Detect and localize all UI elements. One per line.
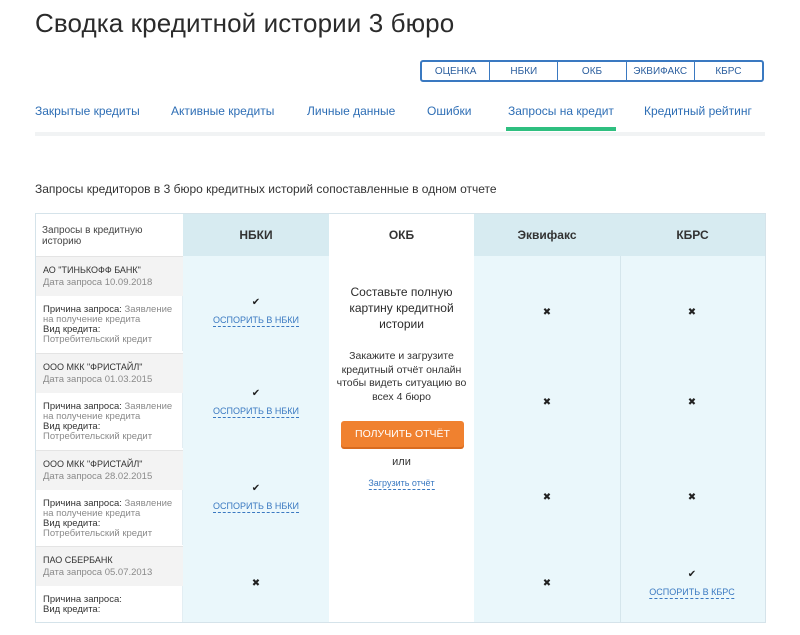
creditor-name: АО "ТИНЬКОФФ БАНК" bbox=[43, 265, 141, 275]
cross-icon: ✖ bbox=[687, 397, 697, 408]
nbki-column bbox=[183, 256, 329, 622]
cross-icon: ✖ bbox=[542, 397, 552, 408]
section-caption: Запросы кредиторов в 3 бюро кредитных ис… bbox=[35, 182, 497, 196]
dispute-kbrs-link[interactable]: ОСПОРИТЬ В КБРС bbox=[649, 587, 735, 599]
cross-icon: ✖ bbox=[251, 578, 261, 589]
dispute-nbki-link[interactable]: ОСПОРИТЬ В НБКИ bbox=[213, 406, 299, 418]
type-value: Потребительский кредит bbox=[43, 528, 153, 539]
bureau-switch: ОЦЕНКА НБКИ ОКБ ЭКВИФАКС КБРС bbox=[420, 60, 764, 82]
credit-type: Вид кредита: Потребительский кредит bbox=[43, 422, 183, 442]
type-value: Потребительский кредит bbox=[43, 431, 153, 442]
table-row: ПАО СБЕРБАНК Дата запроса 05.07.2013 bbox=[36, 546, 183, 586]
tab-errors[interactable]: Ошибки bbox=[427, 104, 472, 118]
header-equifax: Эквифакс bbox=[474, 214, 620, 256]
cross-icon: ✖ bbox=[542, 492, 552, 503]
promo-or-label: или bbox=[392, 456, 411, 468]
request-reason: Причина запроса: Заявление на получение … bbox=[43, 402, 183, 422]
request-details: Причина запроса: Заявление на получение … bbox=[36, 296, 183, 351]
request-date: Дата запроса 05.07.2013 bbox=[43, 567, 153, 578]
request-date: Дата запроса 01.03.2015 bbox=[43, 374, 153, 385]
request-reason: Причина запроса: Заявление на получение … bbox=[43, 499, 183, 519]
check-icon: ✔ bbox=[251, 483, 261, 494]
credit-type: Вид кредита: bbox=[43, 605, 183, 615]
creditor-name: ООО МКК "ФРИСТАЙЛ" bbox=[43, 459, 143, 469]
cross-icon: ✖ bbox=[687, 492, 697, 503]
dispute-nbki-link[interactable]: ОСПОРИТЬ В НБКИ bbox=[213, 501, 299, 513]
corner-header-label: Запросы в кредитную историю bbox=[42, 225, 143, 247]
check-icon: ✔ bbox=[687, 569, 697, 580]
table-row: ООО МКК "ФРИСТАЙЛ" Дата запроса 28.02.20… bbox=[36, 450, 183, 490]
page-title: Сводка кредитной истории 3 бюро bbox=[35, 8, 455, 38]
credit-type: Вид кредита: Потребительский кредит bbox=[43, 519, 183, 539]
table-row: ООО МКК "ФРИСТАЙЛ" Дата запроса 01.03.20… bbox=[36, 353, 183, 393]
request-details: Причина запроса: Вид кредита: bbox=[36, 586, 183, 622]
check-icon: ✔ bbox=[251, 388, 261, 399]
dispute-nbki-link[interactable]: ОСПОРИТЬ В НБКИ bbox=[213, 315, 299, 327]
upload-report-link[interactable]: Загрузить отчёт bbox=[368, 478, 435, 490]
column-divider bbox=[620, 214, 621, 622]
type-label: Вид кредита: bbox=[43, 604, 101, 615]
bureau-switch-okb[interactable]: ОКБ bbox=[558, 62, 627, 80]
promo-title: Составьте полную картину кредитной истор… bbox=[349, 285, 454, 331]
tab-bar: Закрытые кредиты Активные кредиты Личные… bbox=[35, 100, 765, 136]
cross-icon: ✖ bbox=[542, 307, 552, 318]
credit-type: Вид кредита: Потребительский кредит bbox=[43, 325, 183, 345]
cross-icon: ✖ bbox=[687, 307, 697, 318]
table-row: АО "ТИНЬКОФФ БАНК" Дата запроса 10.09.20… bbox=[36, 256, 183, 296]
request-date: Дата запроса 28.02.2015 bbox=[43, 471, 153, 482]
creditor-name: ООО МКК "ФРИСТАЙЛ" bbox=[43, 362, 143, 372]
check-icon: ✔ bbox=[251, 297, 261, 308]
request-date: Дата запроса 10.09.2018 bbox=[43, 277, 153, 288]
bureau-switch-score[interactable]: ОЦЕНКА bbox=[422, 62, 491, 80]
promo-text: Закажите и загрузите кредитный отчёт онл… bbox=[336, 350, 467, 403]
request-details: Причина запроса: Заявление на получение … bbox=[36, 393, 183, 448]
creditor-name: ПАО СБЕРБАНК bbox=[43, 555, 113, 565]
header-okb: ОКБ bbox=[329, 214, 474, 256]
request-reason: Причина запроса: Заявление на получение … bbox=[43, 305, 183, 325]
request-details: Причина запроса: Заявление на получение … bbox=[36, 490, 183, 545]
tab-personal-data[interactable]: Личные данные bbox=[307, 104, 395, 118]
tab-active-credits[interactable]: Активные кредиты bbox=[171, 104, 274, 118]
bureau-switch-equifax[interactable]: ЭКВИФАКС bbox=[627, 62, 695, 80]
bureau-switch-kbrs[interactable]: КБРС bbox=[695, 62, 762, 80]
tab-closed-credits[interactable]: Закрытые кредиты bbox=[35, 104, 140, 118]
tab-credit-requests[interactable]: Запросы на кредит bbox=[506, 104, 616, 131]
bureau-switch-nbki[interactable]: НБКИ bbox=[490, 62, 559, 80]
type-value: Потребительский кредит bbox=[43, 334, 153, 345]
requests-table: Запросы в кредитную историю НБКИ ОКБ Экв… bbox=[35, 213, 766, 623]
cross-icon: ✖ bbox=[542, 578, 552, 589]
get-report-button[interactable]: ПОЛУЧИТЬ ОТЧЁТ bbox=[341, 421, 464, 447]
corner-header: Запросы в кредитную историю bbox=[36, 214, 184, 256]
okb-promo: Составьте полную картину кредитной истор… bbox=[329, 256, 474, 622]
tab-credit-rating[interactable]: Кредитный рейтинг bbox=[644, 104, 752, 118]
header-nbki: НБКИ bbox=[183, 214, 329, 256]
header-kbrs: КБРС bbox=[620, 214, 765, 256]
